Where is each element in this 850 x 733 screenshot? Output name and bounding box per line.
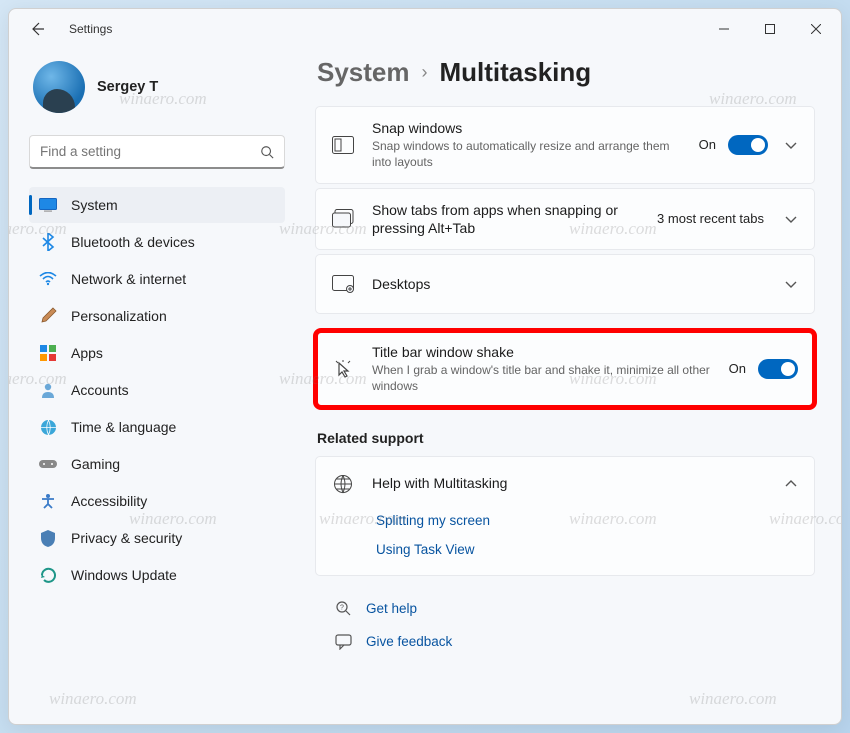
toggle-state: On xyxy=(729,361,746,376)
feedback-icon xyxy=(335,633,352,650)
link-label: Give feedback xyxy=(366,634,452,649)
sidebar: Sergey T System Bluetooth & devices Netw… xyxy=(9,49,299,724)
person-icon xyxy=(39,381,57,399)
card-desc: Snap windows to automatically resize and… xyxy=(372,138,681,170)
snap-windows-card[interactable]: Snap windows Snap windows to automatical… xyxy=(315,106,815,184)
sidebar-item-label: Network & internet xyxy=(71,271,186,287)
sidebar-item-update[interactable]: Windows Update xyxy=(29,557,285,593)
help-icon: ? xyxy=(335,600,352,617)
search-input[interactable] xyxy=(40,144,260,159)
help-header[interactable]: Help with Multitasking xyxy=(316,457,814,511)
link-label: Get help xyxy=(366,601,417,616)
gamepad-icon xyxy=(39,455,57,473)
wifi-icon xyxy=(39,270,57,288)
support-link[interactable]: Using Task View xyxy=(376,542,814,557)
sidebar-item-label: Time & language xyxy=(71,419,176,435)
alt-tab-card[interactable]: Show tabs from apps when snapping or pre… xyxy=(315,188,815,250)
card-title: Title bar window shake xyxy=(372,343,711,361)
close-button[interactable] xyxy=(793,12,839,46)
desktops-icon xyxy=(332,273,354,295)
get-help-link[interactable]: ? Get help xyxy=(335,600,815,617)
card-title: Show tabs from apps when snapping or pre… xyxy=(372,201,639,237)
give-feedback-link[interactable]: Give feedback xyxy=(335,633,815,650)
avatar xyxy=(33,61,85,113)
page-title: Multitasking xyxy=(440,57,592,88)
snap-icon xyxy=(332,134,354,156)
chevron-down-icon[interactable] xyxy=(784,277,798,291)
bluetooth-icon xyxy=(39,233,57,251)
card-desc: When I grab a window's title bar and sha… xyxy=(372,362,711,394)
sidebar-item-label: Bluetooth & devices xyxy=(71,234,195,250)
sidebar-item-label: Apps xyxy=(71,345,103,361)
system-icon xyxy=(39,196,57,214)
shake-toggle[interactable] xyxy=(758,359,798,379)
sidebar-item-network[interactable]: Network & internet xyxy=(29,261,285,297)
card-title: Desktops xyxy=(372,275,762,293)
minimize-button[interactable] xyxy=(701,12,747,46)
apps-icon xyxy=(39,344,57,362)
toggle-state: On xyxy=(699,137,716,152)
chevron-right-icon: › xyxy=(422,62,428,83)
sidebar-item-label: Accounts xyxy=(71,382,129,398)
update-icon xyxy=(39,566,57,584)
footer-links: ? Get help Give feedback xyxy=(315,580,815,650)
accessibility-icon xyxy=(39,492,57,510)
profile-name: Sergey T xyxy=(97,79,158,95)
snap-toggle[interactable] xyxy=(728,135,768,155)
sidebar-item-time[interactable]: Time & language xyxy=(29,409,285,445)
related-support-label: Related support xyxy=(317,430,815,446)
tabs-icon xyxy=(332,208,354,230)
sidebar-item-label: Privacy & security xyxy=(71,530,182,546)
content-area: System › Multitasking Snap windows Snap … xyxy=(299,49,841,724)
chevron-up-icon[interactable] xyxy=(784,477,798,491)
shield-icon xyxy=(39,529,57,547)
desktops-card[interactable]: Desktops xyxy=(315,254,815,314)
chevron-down-icon[interactable] xyxy=(784,138,798,152)
sidebar-item-apps[interactable]: Apps xyxy=(29,335,285,371)
search-box[interactable] xyxy=(29,135,285,169)
card-title: Help with Multitasking xyxy=(372,474,762,492)
title-bar-shake-card[interactable]: Title bar window shake When I grab a win… xyxy=(315,330,815,408)
sidebar-item-label: Windows Update xyxy=(71,567,177,583)
breadcrumb-parent[interactable]: System xyxy=(317,57,410,88)
sidebar-item-gaming[interactable]: Gaming xyxy=(29,446,285,482)
card-title: Snap windows xyxy=(372,119,681,137)
back-button[interactable] xyxy=(23,15,51,43)
chevron-down-icon[interactable] xyxy=(784,212,798,226)
profile-block[interactable]: Sergey T xyxy=(29,55,285,131)
svg-text:?: ? xyxy=(340,604,344,611)
sidebar-item-accounts[interactable]: Accounts xyxy=(29,372,285,408)
cursor-shake-icon xyxy=(332,358,354,380)
search-icon xyxy=(260,145,274,159)
sidebar-item-privacy[interactable]: Privacy & security xyxy=(29,520,285,556)
sidebar-item-system[interactable]: System xyxy=(29,187,285,223)
breadcrumb: System › Multitasking xyxy=(315,57,815,88)
sidebar-item-label: Accessibility xyxy=(71,493,147,509)
window-title: Settings xyxy=(69,22,112,36)
sidebar-item-label: System xyxy=(71,197,118,213)
titlebar: Settings xyxy=(9,9,841,49)
clock-globe-icon xyxy=(39,418,57,436)
globe-help-icon xyxy=(332,473,354,495)
tabs-dropdown[interactable]: 3 most recent tabs xyxy=(657,211,768,226)
sidebar-item-label: Gaming xyxy=(71,456,120,472)
sidebar-item-bluetooth[interactable]: Bluetooth & devices xyxy=(29,224,285,260)
sidebar-item-accessibility[interactable]: Accessibility xyxy=(29,483,285,519)
nav-list: System Bluetooth & devices Network & int… xyxy=(29,187,285,593)
sidebar-item-personalization[interactable]: Personalization xyxy=(29,298,285,334)
settings-window: Settings Sergey T System xyxy=(8,8,842,725)
support-link[interactable]: Splitting my screen xyxy=(376,513,814,528)
brush-icon xyxy=(39,307,57,325)
sidebar-item-label: Personalization xyxy=(71,308,167,324)
help-card: Help with Multitasking Splitting my scre… xyxy=(315,456,815,576)
maximize-button[interactable] xyxy=(747,12,793,46)
